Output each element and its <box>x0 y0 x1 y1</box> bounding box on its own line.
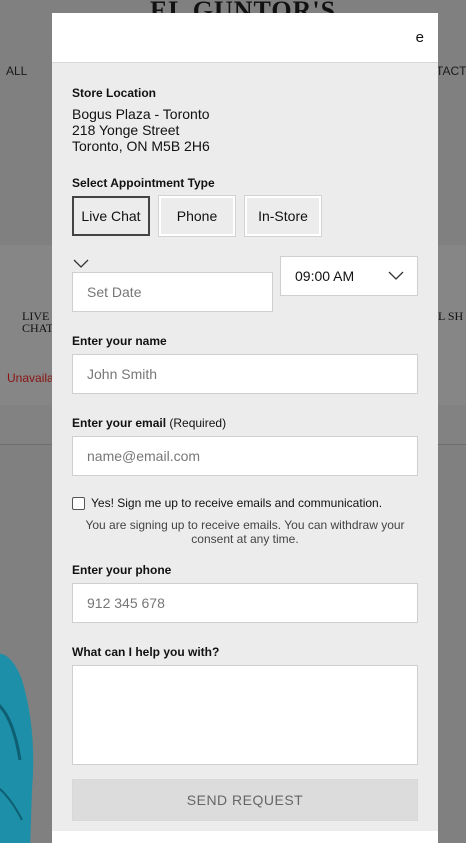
email-signup-label: Yes! Sign me up to receive emails and co… <box>91 496 383 510</box>
address-line-2: 218 Yonge Street <box>72 122 180 138</box>
appointment-in-store-button[interactable]: In-Store <box>245 196 321 236</box>
email-signup-note: You are signing up to receive emails. Yo… <box>85 518 405 546</box>
nav-item-all: ALL <box>6 64 28 78</box>
address-line-1: Bogus Plaza - Toronto <box>72 106 210 122</box>
email-signup-checkbox[interactable] <box>72 496 85 510</box>
live-chat-line2: CHAT <box>22 321 54 335</box>
email-required-text: (Required) <box>169 416 227 430</box>
address-line-3: Toronto, ON M5B 2H6 <box>72 138 210 154</box>
appointment-live-chat-button[interactable]: Live Chat <box>72 196 150 236</box>
phone-input[interactable]: 912 345 678 <box>72 583 418 623</box>
email-label-text: Enter your email <box>72 416 167 430</box>
time-select[interactable]: 09:00 AM <box>280 256 418 296</box>
name-input[interactable]: John Smith <box>72 354 418 394</box>
close-icon[interactable]: e <box>416 29 424 46</box>
phone-label: Enter your phone <box>72 563 172 577</box>
email-input[interactable]: name@email.com <box>72 436 418 476</box>
store-location-label: Store Location <box>72 86 157 100</box>
right-service-label: L SH <box>438 309 464 323</box>
live-chat-label: LIVE CHAT <box>22 310 53 334</box>
store-address: Bogus Plaza - Toronto 218 Yonge Street T… <box>72 106 418 154</box>
help-textarea[interactable] <box>72 665 418 765</box>
email-signup-row: Yes! Sign me up to receive emails and co… <box>72 496 382 510</box>
nav-item-contact: TACT <box>436 64 466 78</box>
appointment-type-label: Select Appointment Type <box>72 176 215 190</box>
modal-footer-strip <box>52 831 438 843</box>
appointment-phone-button[interactable]: Phone <box>159 196 235 236</box>
date-chevron-down-icon[interactable] <box>72 258 90 270</box>
send-request-button[interactable]: SEND REQUEST <box>72 779 418 821</box>
date-input[interactable]: Set Date <box>72 272 273 312</box>
chevron-down-icon <box>387 270 405 282</box>
time-select-value: 09:00 AM <box>295 268 355 284</box>
unavailable-text: Unavaila <box>7 371 54 385</box>
name-label: Enter your name <box>72 334 167 348</box>
product-jacket-image <box>0 653 34 843</box>
modal-header: e <box>52 13 438 63</box>
appointment-modal: e Store Location Bogus Plaza - Toronto 2… <box>52 13 438 843</box>
email-label: Enter your email (Required) <box>72 416 418 430</box>
help-label: What can I help you with? <box>72 645 220 659</box>
